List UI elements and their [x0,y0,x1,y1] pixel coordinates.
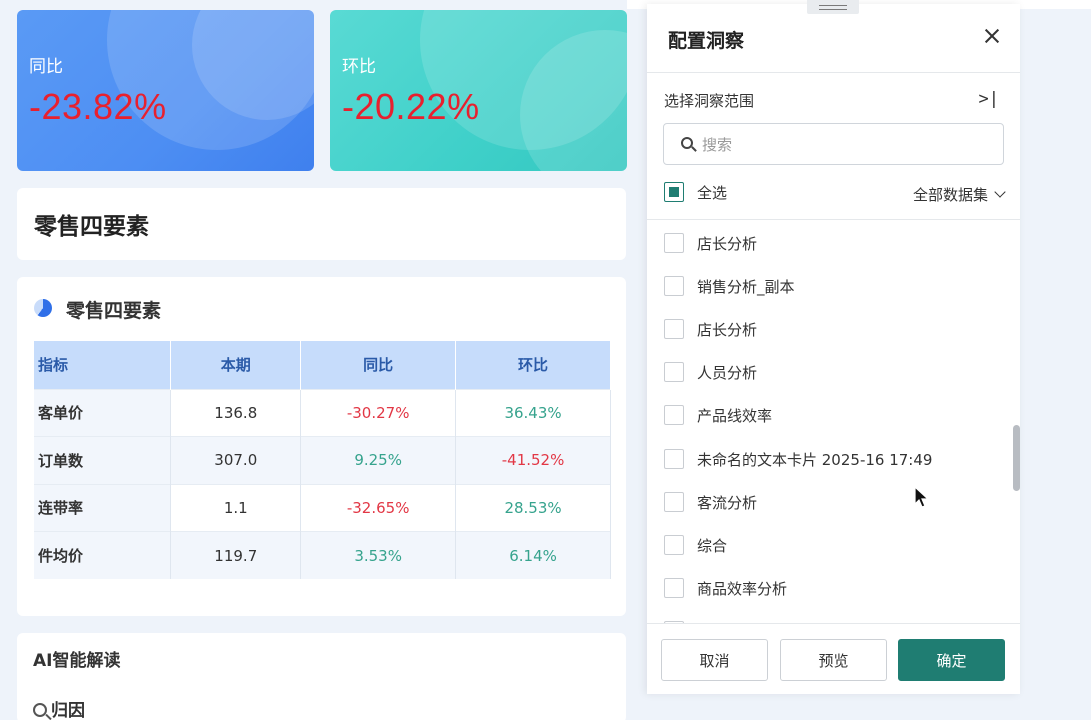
attribution-heading: 归因 [33,696,85,720]
item-label: 未命名的文本卡片 2025-16 17:49 [697,450,933,469]
mom-value: 28.53% [455,483,611,532]
select-all-label: 全选 [697,183,728,202]
list-item[interactable]: 客流分析 [664,491,757,513]
list-item[interactable]: 人员分析 [664,361,757,383]
item-label: 店长分析 [697,320,758,339]
item-label: 综合 [697,536,728,555]
item-checkbox[interactable] [664,492,684,512]
table-row: 订单数 307.0 9.25% -41.52% [34,436,611,484]
table-row: 件均价 119.7 3.53% 6.14% [34,531,611,579]
list-item[interactable]: 产品线效率 [664,404,772,426]
item-checkbox[interactable] [664,319,684,339]
section-title: 零售四要素 [34,214,149,240]
confirm-button[interactable]: 确定 [898,639,1005,681]
collapse-panel-icon[interactable]: >| [979,89,999,109]
column-header: 指标 [34,341,172,389]
divider [647,72,1020,73]
card-title: 零售四要素 [66,300,162,322]
yoy-value: -30.27% [300,388,457,437]
search-box[interactable] [663,123,1004,165]
list-item[interactable]: 未命名的文本卡片 2025-16 17:49 [664,448,932,470]
select-all-row[interactable]: 全选 [664,181,727,203]
metric-name: 客单价 [34,388,172,437]
column-header: 同比 [300,341,457,389]
mom-value: 36.43% [455,388,611,437]
list-item[interactable]: 综合 [664,534,727,556]
yoy-value: -32.65% [300,483,457,532]
item-checkbox[interactable] [664,405,684,425]
current-value: 119.7 [170,531,302,579]
kpi-value: -23.82% [29,86,167,127]
metric-name: 订单数 [34,436,172,484]
chart-icon [34,299,52,317]
drag-handle[interactable] [807,0,859,14]
scope-label: 选择洞察范围 [664,92,755,110]
search-input[interactable] [702,133,992,157]
ai-title: AI智能解读 [33,651,121,671]
search-icon [681,137,693,149]
kpi-label: 环比 [342,57,376,77]
divider [647,219,1020,220]
kpi-label: 同比 [29,57,63,77]
item-checkbox[interactable] [664,449,684,469]
item-checkbox[interactable] [664,276,684,296]
attribution-label: 归因 [51,701,85,720]
metric-name: 连带率 [34,483,172,532]
column-header: 环比 [455,341,611,389]
drawer-footer: 取消 预览 确定 [647,623,1020,694]
item-checkbox[interactable] [664,578,684,598]
mom-value: 6.14% [455,531,611,579]
cancel-button[interactable]: 取消 [661,639,768,681]
item-checkbox[interactable] [664,535,684,555]
current-value: 307.0 [170,436,302,484]
item-label: 客流分析 [697,493,758,512]
current-value: 136.8 [170,388,302,437]
table-header-row: 指标 本期 同比 环比 [34,341,611,389]
list-item[interactable]: 商品效率分析 [664,577,787,599]
metrics-table: 指标 本期 同比 环比 客单价 136.8 -30.27% 36.43% 订单数… [34,341,611,579]
kpi-card-mom: 环比 -20.22% [330,10,627,171]
drawer-title: 配置洞察 [668,30,745,52]
mom-value: -41.52% [455,436,611,484]
section-header: 零售四要素 [17,188,626,260]
kpi-card-yoy: 同比 -23.82% [17,10,314,171]
list-item[interactable]: 店长分析 [664,318,757,340]
dataset-filter-dropdown[interactable]: 全部数据集 [912,184,1006,205]
table-row: 客单价 136.8 -30.27% 36.43% [34,388,611,437]
item-label: 店长分析 [697,234,758,253]
preview-button[interactable]: 预览 [780,639,887,681]
yoy-value: 3.53% [300,531,457,579]
list-item[interactable]: 销售分析_副本 [664,275,795,297]
item-label: 产品线效率 [697,406,773,425]
magnifier-icon [33,703,47,717]
list-scrollbar[interactable] [1013,425,1020,491]
list-item[interactable]: 店长分析 [664,232,757,254]
dataset-filter-label: 全部数据集 [912,186,988,204]
yoy-value: 9.25% [300,436,457,484]
item-label: 销售分析_副本 [697,277,795,296]
dataset-list: 店长分析 销售分析_副本 店长分析 人员分析 产品线效率 未命名的文本卡片 20… [647,221,1020,623]
ai-insight-card: AI智能解读 归因 [17,633,626,720]
chevron-down-icon [994,186,1006,198]
metrics-card: 零售四要素 指标 本期 同比 环比 客单价 136.8 -30.27% 36.4… [17,277,626,616]
table-row: 连带率 1.1 -32.65% 28.53% [34,483,611,532]
item-label: 商品效率分析 [697,579,788,598]
item-label: 人员分析 [697,363,758,382]
item-checkbox[interactable] [664,233,684,253]
item-checkbox[interactable] [664,362,684,382]
config-insight-drawer: 配置洞察 选择洞察范围 >| 全选 全部数据集 店长分析 销售分析_副本 店长分… [647,0,1020,694]
column-header: 本期 [170,341,302,389]
kpi-value: -20.22% [342,86,480,127]
metric-name: 件均价 [34,531,172,579]
select-all-checkbox[interactable] [664,182,684,202]
current-value: 1.1 [170,483,302,532]
close-icon[interactable] [984,28,1000,44]
